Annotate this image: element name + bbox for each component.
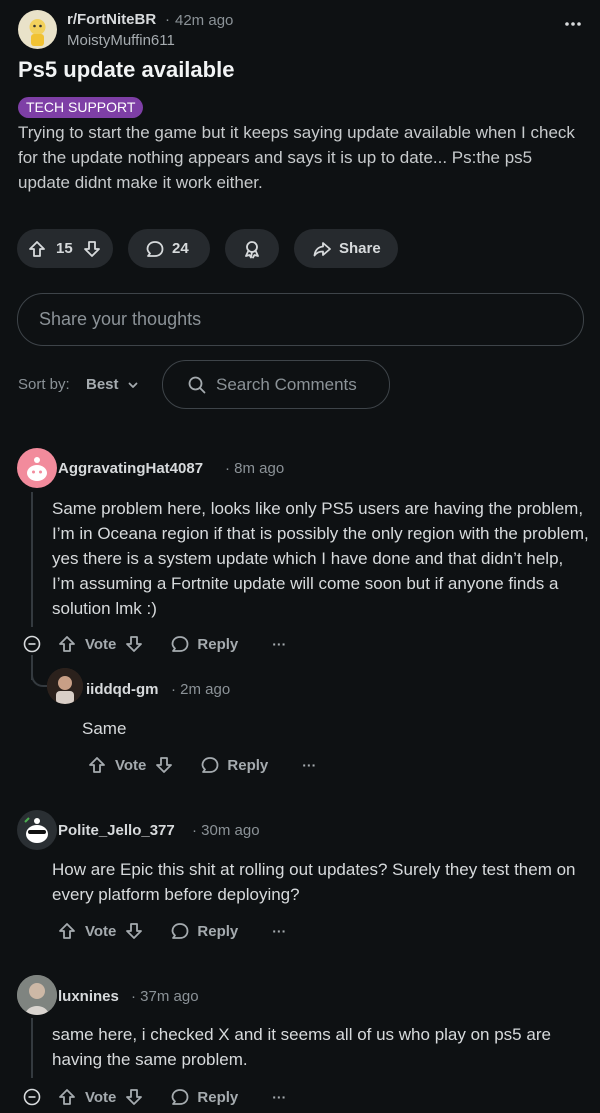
- more-options-icon[interactable]: ···: [272, 636, 286, 652]
- comment-composer[interactable]: Share your thoughts: [17, 293, 584, 346]
- sort-value: Best: [86, 376, 119, 393]
- post-body: Trying to start the game but it keeps sa…: [18, 123, 575, 192]
- comment-body: How are Epic this shit at rolling out up…: [52, 860, 576, 904]
- sort-label: Sort by:: [18, 376, 70, 393]
- post-menu-icon[interactable]: [563, 19, 583, 29]
- post-flair[interactable]: TECH SUPPORT: [18, 97, 144, 118]
- reply-button[interactable]: Reply: [170, 921, 238, 941]
- downvote-icon[interactable]: [124, 1087, 144, 1107]
- reply-icon: [172, 923, 189, 939]
- avatar[interactable]: [17, 810, 57, 850]
- comments-button[interactable]: 24: [128, 229, 210, 268]
- more-options-icon[interactable]: ···: [302, 757, 316, 773]
- reply-icon: [202, 757, 219, 773]
- upvote-icon[interactable]: [57, 634, 77, 654]
- avatar[interactable]: [47, 668, 83, 704]
- search-icon: [187, 375, 207, 395]
- comment-actions: Vote Reply ···: [57, 1087, 286, 1107]
- comment-time-text: 30m ago: [201, 822, 260, 839]
- comment-body: Same problem here, looks like only PS5 u…: [52, 499, 589, 618]
- downvote-icon[interactable]: [154, 755, 174, 775]
- vote-label: Vote: [115, 756, 147, 774]
- downvote-icon[interactable]: [124, 634, 144, 654]
- more-options-icon[interactable]: ···: [272, 1089, 286, 1105]
- thread-line: [31, 492, 33, 627]
- upvote-icon[interactable]: [57, 921, 77, 941]
- comment-author[interactable]: iiddqd-gm: [86, 681, 158, 698]
- downvote-icon[interactable]: [124, 921, 144, 941]
- upvote-icon[interactable]: [87, 755, 107, 775]
- composer-placeholder: Share your thoughts: [39, 309, 202, 329]
- comment-time: · 8m ago: [225, 460, 285, 477]
- comment-icon: [145, 239, 165, 259]
- reply-button[interactable]: Reply: [200, 755, 268, 775]
- share-button[interactable]: Share: [294, 229, 398, 268]
- downvote-icon[interactable]: [82, 239, 102, 259]
- comment-time-text: 2m ago: [180, 681, 231, 698]
- comment-count: 24: [172, 240, 189, 257]
- search-comments[interactable]: Search Comments: [162, 360, 390, 409]
- chevron-down-icon: [127, 379, 139, 391]
- reply-icon: [172, 1089, 189, 1105]
- reply-label: Reply: [227, 756, 269, 774]
- upvote-count: 15: [56, 240, 73, 257]
- collapse-icon[interactable]: [23, 635, 41, 653]
- post-author[interactable]: MoistyMuffin611: [67, 32, 175, 49]
- comment-time: · 2m ago: [171, 681, 231, 698]
- comment-actions: Vote Reply ···: [87, 755, 316, 775]
- reply-label: Reply: [197, 635, 239, 653]
- comment-actions: Vote Reply ···: [57, 634, 286, 654]
- reply-button[interactable]: Reply: [170, 1087, 238, 1107]
- post-time: 42m ago: [175, 12, 234, 29]
- post-title: Ps5 update available: [18, 57, 235, 82]
- subreddit-name[interactable]: r/FortNiteBR: [67, 11, 156, 28]
- upvote-icon[interactable]: [57, 1087, 77, 1107]
- sort-dropdown[interactable]: Best: [86, 376, 139, 393]
- more-options-icon[interactable]: ···: [272, 923, 286, 939]
- avatar[interactable]: [17, 975, 57, 1015]
- share-label: Share: [339, 240, 381, 257]
- comment-time: · 37m ago: [131, 988, 199, 1005]
- vote-label: Vote: [85, 1088, 117, 1106]
- award-icon: [245, 240, 259, 258]
- avatar[interactable]: [17, 448, 57, 488]
- thread-line: [31, 1018, 33, 1078]
- comment-time-text: 37m ago: [140, 988, 199, 1005]
- reply-button[interactable]: Reply: [170, 634, 238, 654]
- post-time-dot: ·: [165, 11, 170, 28]
- reply-label: Reply: [197, 922, 239, 940]
- comment-author[interactable]: AggravatingHat4087: [58, 460, 203, 477]
- share-icon: [312, 239, 332, 259]
- search-placeholder: Search Comments: [216, 374, 357, 394]
- subreddit-avatar[interactable]: [18, 10, 57, 49]
- reply-icon: [172, 636, 189, 652]
- vote-bar: 15: [17, 229, 113, 268]
- comment-body: Same: [82, 719, 127, 738]
- comment-time-text: 8m ago: [234, 460, 285, 477]
- vote-label: Vote: [85, 922, 117, 940]
- comment-actions: Vote Reply ···: [57, 921, 286, 941]
- vote-label: Vote: [85, 635, 117, 653]
- upvote-icon[interactable]: [27, 239, 47, 259]
- collapse-icon[interactable]: [23, 1088, 41, 1106]
- comment-author[interactable]: Polite_Jello_377: [58, 822, 175, 839]
- award-button[interactable]: [225, 229, 279, 268]
- comment-time: · 30m ago: [192, 822, 260, 839]
- reply-label: Reply: [197, 1088, 239, 1106]
- comment-author[interactable]: luxnines: [58, 988, 119, 1005]
- comment-body: same here, i checked X and it seems all …: [52, 1025, 551, 1069]
